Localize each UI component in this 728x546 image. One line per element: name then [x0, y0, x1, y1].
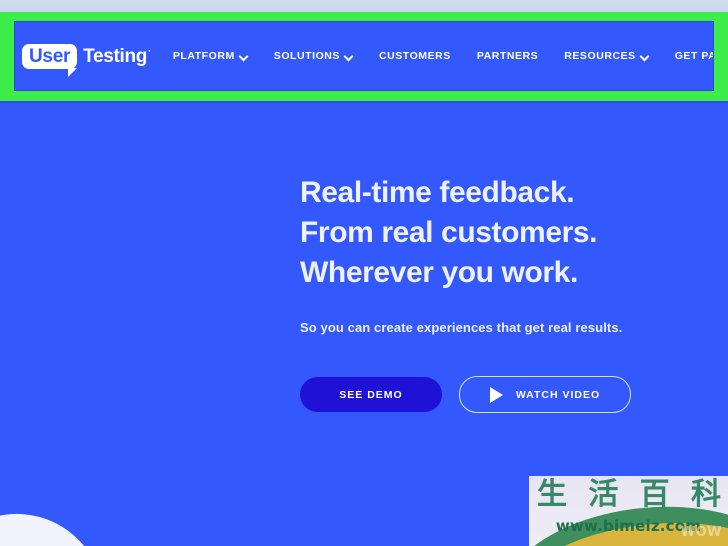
hero-headline-line-2: From real customers. — [300, 216, 598, 249]
logo-bubble-label: User — [29, 45, 71, 67]
chevron-down-icon — [240, 52, 248, 60]
watch-video-button[interactable]: WATCH VIDEO — [459, 376, 631, 413]
page-top-strip — [0, 0, 728, 12]
nav-highlight-inner: User Testing· PLATFORM SOLUTIONS CUSTOME… — [14, 21, 714, 91]
logo-word-label: Testing — [83, 45, 148, 67]
nav-highlight-box: User Testing· PLATFORM SOLUTIONS CUSTOME… — [0, 12, 728, 101]
site-watermark: 生 活 百 科 www.bimeiz.com WOW — [529, 476, 728, 546]
watermark-characters: 生 活 百 科 — [537, 479, 721, 511]
hero-headline-line-3: Wherever you work. — [300, 256, 578, 289]
watermark-ghost-text: WOW — [680, 525, 722, 540]
logo-wordmark: Testing· — [83, 47, 151, 66]
see-demo-button[interactable]: SEE DEMO — [300, 377, 442, 412]
nav-item-platform-label: PLATFORM — [172, 50, 235, 62]
hero-content: Real-time feedback. From real customers.… — [300, 173, 720, 413]
site-navigation-bar: User Testing· PLATFORM SOLUTIONS CUSTOME… — [15, 22, 713, 90]
chevron-down-icon — [345, 52, 353, 60]
logo-bubble-tail — [68, 67, 77, 77]
nav-item-get-paid-to-test[interactable]: GET PAID TO TEST — [674, 50, 713, 62]
hero-headline-line-1: Real-time feedback. — [300, 176, 575, 209]
chevron-down-icon — [641, 52, 649, 60]
logo-speech-bubble-icon: User — [22, 43, 78, 77]
nav-item-partners-label: PARTNERS — [476, 50, 539, 62]
nav-item-customers-label: CUSTOMERS — [378, 50, 451, 62]
nav-item-get-paid-to-test-label: GET PAID TO TEST — [674, 50, 713, 62]
nav-item-list: PLATFORM SOLUTIONS CUSTOMERS PARTNERS RE… — [173, 50, 713, 62]
hero-cta-row: SEE DEMO WATCH VIDEO — [300, 376, 720, 413]
nav-item-resources[interactable]: RESOURCES — [564, 50, 648, 62]
nav-item-solutions[interactable]: SOLUTIONS — [274, 50, 353, 62]
nav-item-solutions-label: SOLUTIONS — [273, 50, 340, 62]
watermark-char-1: 生 — [537, 477, 567, 512]
screenshot-root: User Testing· PLATFORM SOLUTIONS CUSTOME… — [0, 0, 728, 546]
hero-subheadline: So you can create experiences that get r… — [300, 320, 623, 335]
nav-item-partners[interactable]: PARTNERS — [477, 50, 538, 62]
watermark-char-4: 科 — [690, 477, 721, 512]
decorative-corner-curve — [0, 502, 113, 546]
watch-video-label: WATCH VIDEO — [515, 388, 601, 401]
logo-trademark: · — [148, 46, 151, 57]
watermark-char-2: 活 — [588, 477, 619, 512]
hero-headline: Real-time feedback. From real customers.… — [300, 173, 720, 293]
nav-item-platform[interactable]: PLATFORM — [173, 50, 248, 62]
nav-item-customers[interactable]: CUSTOMERS — [379, 50, 451, 62]
usertesting-logo[interactable]: User Testing· — [22, 43, 151, 77]
play-icon — [489, 386, 503, 403]
nav-item-resources-label: RESOURCES — [564, 50, 636, 62]
